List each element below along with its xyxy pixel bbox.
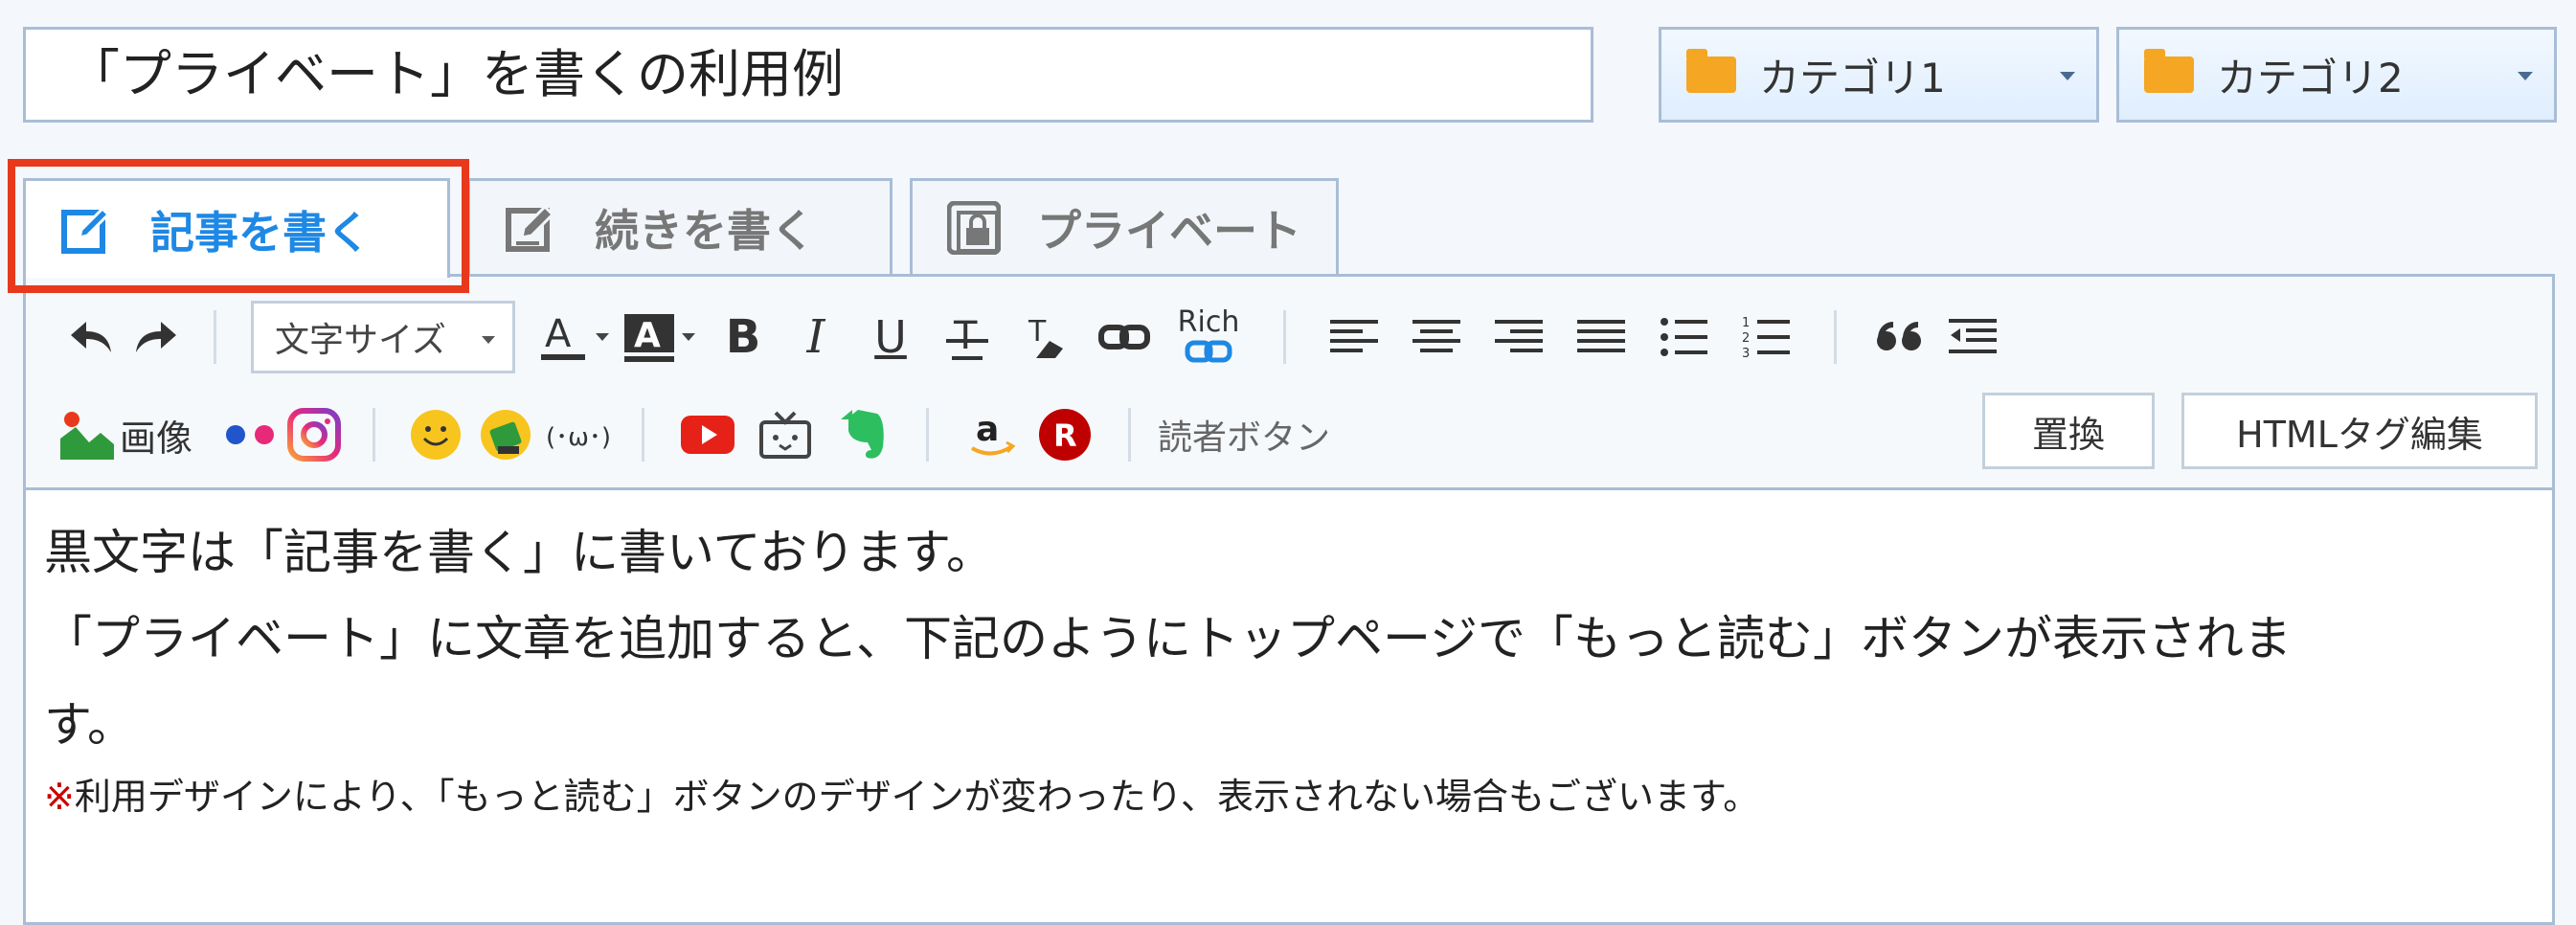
highlight-box [8, 159, 469, 293]
editor-content[interactable]: 黒文字は「記事を書く」に書いております。 「プライベート」に文章を追加すると、下… [44, 509, 2534, 825]
lock-icon [947, 200, 1001, 255]
flickr-icon[interactable] [219, 401, 282, 468]
amazon-icon[interactable]: a [956, 401, 1028, 468]
background-color-icon[interactable]: A [621, 304, 678, 371]
edit-continue-icon [505, 201, 558, 255]
separator [373, 408, 376, 462]
tab-label: 続きを書く [595, 204, 815, 257]
separator [1834, 310, 1837, 364]
content-line: 黒文字は「記事を書く」に書いております。 [44, 525, 994, 580]
image-button-label[interactable]: 画像 [120, 401, 192, 468]
tab-write-continue[interactable]: 続きを書く [467, 178, 893, 274]
svg-text:T: T [1028, 315, 1047, 349]
outdent-icon[interactable] [1936, 304, 2009, 371]
svg-text:R: R [1053, 417, 1077, 454]
note-text: 利用デザインにより、「もっと読む」ボタンのデザインが変わったり、表示されない場合… [74, 776, 1760, 818]
align-left-icon[interactable] [1313, 304, 1395, 371]
instagram-icon[interactable] [282, 401, 346, 468]
image-icon[interactable] [58, 401, 116, 468]
bold-icon[interactable]: B [707, 304, 780, 371]
separator [1128, 408, 1132, 462]
svg-text:a: a [976, 410, 999, 449]
category-label-2: カテゴリ2 [2217, 54, 2404, 102]
separator [1283, 310, 1286, 364]
svg-text:A: A [545, 312, 572, 356]
align-justify-icon[interactable] [1560, 304, 1642, 371]
align-right-icon[interactable] [1478, 304, 1560, 371]
svg-text:2: 2 [1742, 331, 1750, 346]
category-label-1: カテゴリ1 [1759, 54, 1946, 102]
photo-sticker-icon[interactable] [469, 401, 542, 468]
svg-text:A: A [634, 316, 661, 355]
toolbar-row-1: 文字サイズ A A B I U T T Rich 1 2 3 [60, 294, 2009, 380]
niconico-icon[interactable] [744, 401, 826, 468]
bullet-list-icon[interactable] [1642, 304, 1725, 371]
category-select-2[interactable]: カテゴリ2 [2116, 27, 2557, 123]
folder-icon [1686, 49, 1736, 93]
separator [926, 408, 930, 462]
editor-toolbar: 文字サイズ A A B I U T T Rich 1 2 3 画像 (･ω･) … [23, 274, 2555, 490]
italic-icon[interactable]: I [780, 304, 852, 371]
undo-icon[interactable] [60, 304, 124, 371]
font-size-select[interactable]: 文字サイズ [251, 301, 515, 373]
content-note: ※利用デザインにより、「もっと読む」ボタンのデザインが変わったり、表示されない場… [44, 768, 2534, 825]
rakuten-icon[interactable]: R [1028, 401, 1101, 468]
youtube-icon[interactable] [671, 401, 744, 468]
svg-text:3: 3 [1742, 347, 1750, 359]
svg-text:T: T [953, 314, 978, 358]
rich-link-icon[interactable]: Rich [1161, 304, 1256, 371]
content-line: す。 [44, 697, 135, 753]
clear-format-icon[interactable]: T [1006, 304, 1088, 371]
separator [642, 408, 645, 462]
tab-label: プライベート [1037, 204, 1301, 257]
folder-icon [2144, 49, 2194, 93]
chevron-down-icon[interactable] [682, 333, 695, 341]
rich-label: Rich [1177, 305, 1240, 339]
link-icon[interactable] [1088, 304, 1161, 371]
tab-private[interactable]: プライベート [910, 178, 1339, 274]
html-edit-button[interactable]: HTMLタグ編集 [2181, 393, 2538, 469]
chevron-down-icon [2518, 72, 2533, 80]
svg-text:1: 1 [1742, 316, 1750, 330]
note-mark: ※ [44, 776, 75, 818]
category-select-1[interactable]: カテゴリ1 [1659, 27, 2099, 123]
emoji-face-icon[interactable] [402, 401, 469, 468]
text-color-icon[interactable]: A [534, 304, 592, 371]
underline-icon[interactable]: U [852, 304, 929, 371]
align-center-icon[interactable] [1395, 304, 1478, 371]
chevron-down-icon[interactable] [596, 333, 609, 341]
title-input[interactable]: 「プライベート」を書くの利用例 [23, 27, 1593, 123]
quote-icon[interactable] [1864, 304, 1936, 371]
separator [214, 310, 216, 364]
evernote-icon[interactable] [826, 401, 899, 468]
replace-button[interactable]: 置換 [1982, 393, 2155, 469]
strikethrough-icon[interactable]: T [929, 304, 1006, 371]
chevron-down-icon [2060, 72, 2075, 80]
content-line: 「プライベート」に文章を追加すると、下記のようにトップページで「もっと読む」ボタ… [44, 611, 2292, 666]
reader-button[interactable]: 読者ボタン [1158, 401, 1330, 468]
emoticon-button[interactable]: (･ω･) [542, 401, 615, 468]
numbered-list-icon[interactable]: 123 [1725, 304, 1807, 371]
toolbar-row-2: 画像 (･ω･) a R 読者ボタン [58, 392, 1330, 478]
redo-icon[interactable] [124, 304, 187, 371]
